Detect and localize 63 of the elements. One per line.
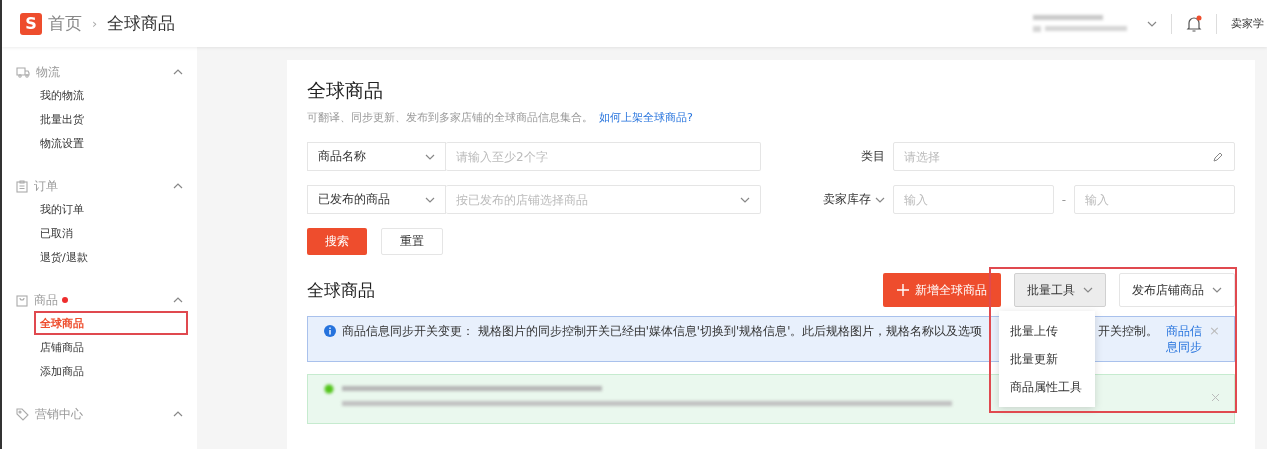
- sidebar-item[interactable]: 已取消: [34, 221, 188, 245]
- clipboard-icon: [16, 179, 28, 193]
- add-product-button[interactable]: 新增全球商品: [883, 273, 1001, 307]
- stock-chevron-icon: [875, 196, 885, 203]
- page-subtitle: 可翻译、同步更新、发布到多家店铺的全球商品信息集合。: [307, 110, 593, 125]
- sidebar-item[interactable]: 批量出货: [34, 107, 188, 131]
- shop-select[interactable]: 按已发布的店铺选择商品: [446, 185, 761, 214]
- breadcrumb-item[interactable]: 全球商品: [107, 12, 176, 35]
- chevron-icon: [425, 153, 435, 160]
- alert-text: 开关控制。: [1098, 323, 1158, 339]
- sidebar-item[interactable]: 我的物流: [34, 83, 188, 107]
- chevron-icon: [1212, 287, 1222, 293]
- bag-icon: [16, 293, 28, 307]
- range-separator: -: [1061, 192, 1067, 207]
- stock-max-field[interactable]: 输入: [1074, 185, 1235, 214]
- alert-text: 商品信息同步开关变更： 规格图片的同步控制开关已经由'媒体信息'切换到'规格信息'。此后规格图片，规格名称以及选项: [342, 323, 983, 339]
- chevron-icon: [173, 411, 183, 417]
- sidebar-item[interactable]: 物流设置: [34, 131, 188, 155]
- category-input[interactable]: 请选择: [894, 149, 1212, 164]
- page-title: 全球商品: [307, 78, 384, 103]
- stock-label[interactable]: 卖家库存: [823, 191, 871, 208]
- info-icon: [324, 325, 336, 337]
- stock-min-field[interactable]: 输入: [893, 185, 1054, 214]
- breadcrumb-item[interactable]: 首页: [48, 12, 82, 35]
- category-label: 类目: [861, 148, 885, 165]
- chevron-icon: [740, 196, 750, 203]
- logo[interactable]: S: [20, 12, 42, 35]
- category-field[interactable]: 请选择: [893, 142, 1235, 171]
- name-select[interactable]: 商品名称: [307, 142, 446, 171]
- seller-label[interactable]: 卖家学: [1231, 16, 1267, 31]
- stock-max-input[interactable]: 输入: [1075, 192, 1224, 207]
- sidebar-item[interactable]: 全球商品: [34, 311, 188, 335]
- alert-link[interactable]: 商品信息同步: [1166, 323, 1206, 355]
- plus-icon: [897, 284, 909, 296]
- tag-icon: [16, 407, 29, 421]
- account-chevron-icon: [1147, 20, 1157, 27]
- bell-icon[interactable]: [1186, 14, 1202, 33]
- chevron-icon: [173, 297, 183, 303]
- stock-min-input[interactable]: 输入: [894, 192, 1043, 207]
- name-field[interactable]: 请输入至少2个字: [446, 142, 761, 171]
- sidebar-item[interactable]: 添加商品: [34, 359, 188, 383]
- chevron-icon: [173, 183, 183, 189]
- menu-item[interactable]: 批量上传: [999, 317, 1095, 345]
- chevron-icon: [173, 69, 183, 75]
- menu-item[interactable]: 商品属性工具: [999, 373, 1095, 401]
- search-button[interactable]: 搜索: [307, 228, 367, 255]
- chevron-icon: [425, 196, 435, 203]
- published-select[interactable]: 已发布的商品: [307, 185, 446, 214]
- menu-item[interactable]: 批量更新: [999, 345, 1095, 373]
- bulk-tools-button[interactable]: 批量工具: [1014, 273, 1106, 307]
- section-title: 全球商品: [307, 278, 375, 302]
- name-input[interactable]: 请输入至少2个字: [446, 149, 750, 164]
- publish-shop-button[interactable]: 发布店铺商品: [1119, 273, 1235, 307]
- sidebar-item[interactable]: 退货/退款: [34, 245, 188, 269]
- reset-button[interactable]: 重置: [381, 228, 443, 255]
- sidebar-item[interactable]: 店铺商品: [34, 335, 188, 359]
- sidebar-item[interactable]: 我的订单: [34, 197, 188, 221]
- chevron-icon: [1083, 287, 1093, 293]
- help-link[interactable]: 如何上架全球商品?: [599, 110, 693, 125]
- shop-input[interactable]: 按已发布的店铺选择商品: [446, 192, 740, 207]
- truck-icon: [16, 66, 30, 78]
- pencil-icon: [1212, 150, 1224, 163]
- breadcrumb-separator: ›: [92, 16, 98, 31]
